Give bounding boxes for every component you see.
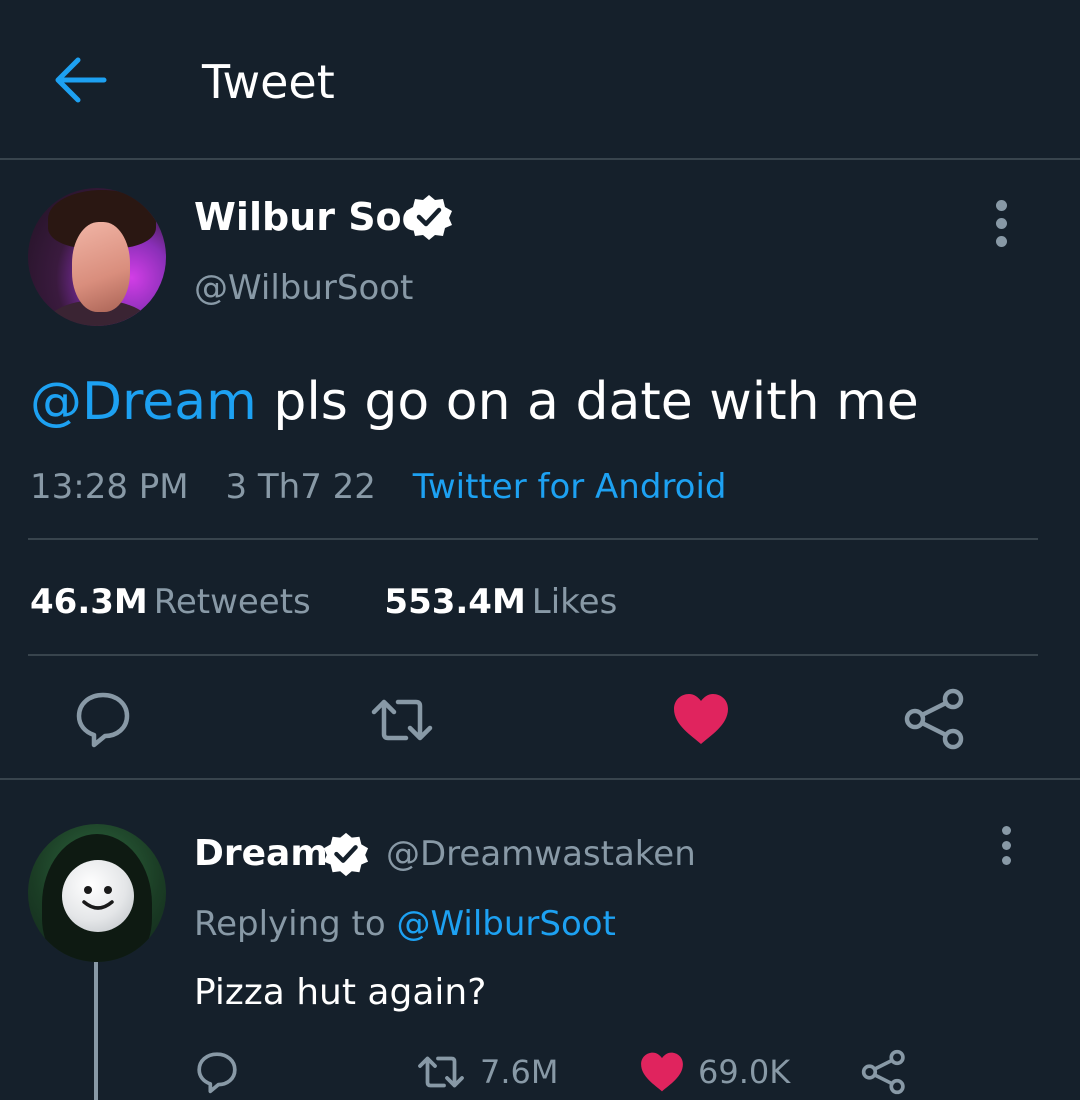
verified-badge-icon — [406, 195, 452, 240]
avatar[interactable] — [28, 824, 166, 962]
share-icon — [861, 1049, 905, 1095]
reply-button[interactable] — [72, 688, 134, 754]
tweet-meta: 13:28 PM 3 Th7 22 Twitter for Android — [30, 466, 753, 508]
tweet-date: 3 Th7 22 — [225, 467, 376, 507]
share-icon — [904, 688, 964, 750]
reply-author-handle[interactable]: @Dreamwastaken — [386, 832, 696, 876]
replying-handle-link[interactable]: @WilburSoot — [397, 904, 616, 944]
more-options-icon[interactable] — [996, 200, 1008, 247]
tweet-source-link[interactable]: Twitter for Android — [413, 467, 727, 507]
retweets-label: Retweets — [153, 582, 311, 622]
reply-icon — [76, 692, 130, 748]
share-button[interactable] — [902, 686, 968, 756]
likes-count: 553.4M — [384, 582, 526, 622]
section-separator — [0, 778, 1080, 780]
replying-to: Replying to @WilburSoot — [194, 902, 616, 946]
arrow-left-icon — [55, 57, 107, 103]
heart-icon — [674, 694, 728, 744]
mention-link[interactable]: @Dream — [30, 372, 257, 432]
retweet-icon — [418, 1056, 464, 1088]
reply-reply-button[interactable] — [194, 1046, 240, 1098]
reply-author-name[interactable]: Dream — [194, 830, 328, 878]
retweet-button[interactable] — [366, 690, 438, 754]
reply-retweet-button[interactable]: 7.6M — [414, 1046, 559, 1098]
replying-label: Replying to — [194, 904, 386, 944]
verified-badge-icon — [323, 832, 369, 877]
retweets-count: 46.3M — [30, 582, 148, 622]
tweet-body: pls go on a date with me — [273, 372, 919, 432]
reply-text: Pizza hut again? — [194, 972, 487, 1013]
tweet-text: @Dream pls go on a date with me — [30, 370, 919, 434]
tweet-stats: 46.3M Retweets 553.4M Likes — [30, 580, 617, 624]
avatar[interactable] — [28, 188, 166, 326]
reply-retweets-count: 7.6M — [480, 1053, 559, 1091]
reply-icon — [197, 1052, 237, 1094]
back-button[interactable] — [50, 52, 110, 108]
likes-label: Likes — [531, 582, 618, 622]
retweets-stat[interactable]: 46.3M Retweets — [30, 582, 322, 622]
retweet-icon — [371, 699, 433, 741]
author-handle[interactable]: @WilburSoot — [194, 266, 413, 310]
thread-line — [94, 962, 98, 1100]
smiley-face-icon — [82, 886, 114, 910]
divider — [28, 654, 1038, 656]
reply-like-button[interactable]: 69.0K — [638, 1046, 790, 1098]
more-options-icon[interactable] — [1002, 826, 1014, 865]
reply-likes-count: 69.0K — [698, 1053, 791, 1091]
tweet-time: 13:28 PM — [30, 467, 189, 507]
like-button[interactable] — [670, 688, 732, 754]
heart-icon — [641, 1052, 683, 1092]
divider — [28, 538, 1038, 540]
top-bar: Tweet — [0, 0, 1080, 160]
reply-share-button[interactable] — [860, 1046, 908, 1098]
page-title: Tweet — [202, 55, 335, 109]
likes-stat[interactable]: 553.4M Likes — [384, 582, 617, 622]
